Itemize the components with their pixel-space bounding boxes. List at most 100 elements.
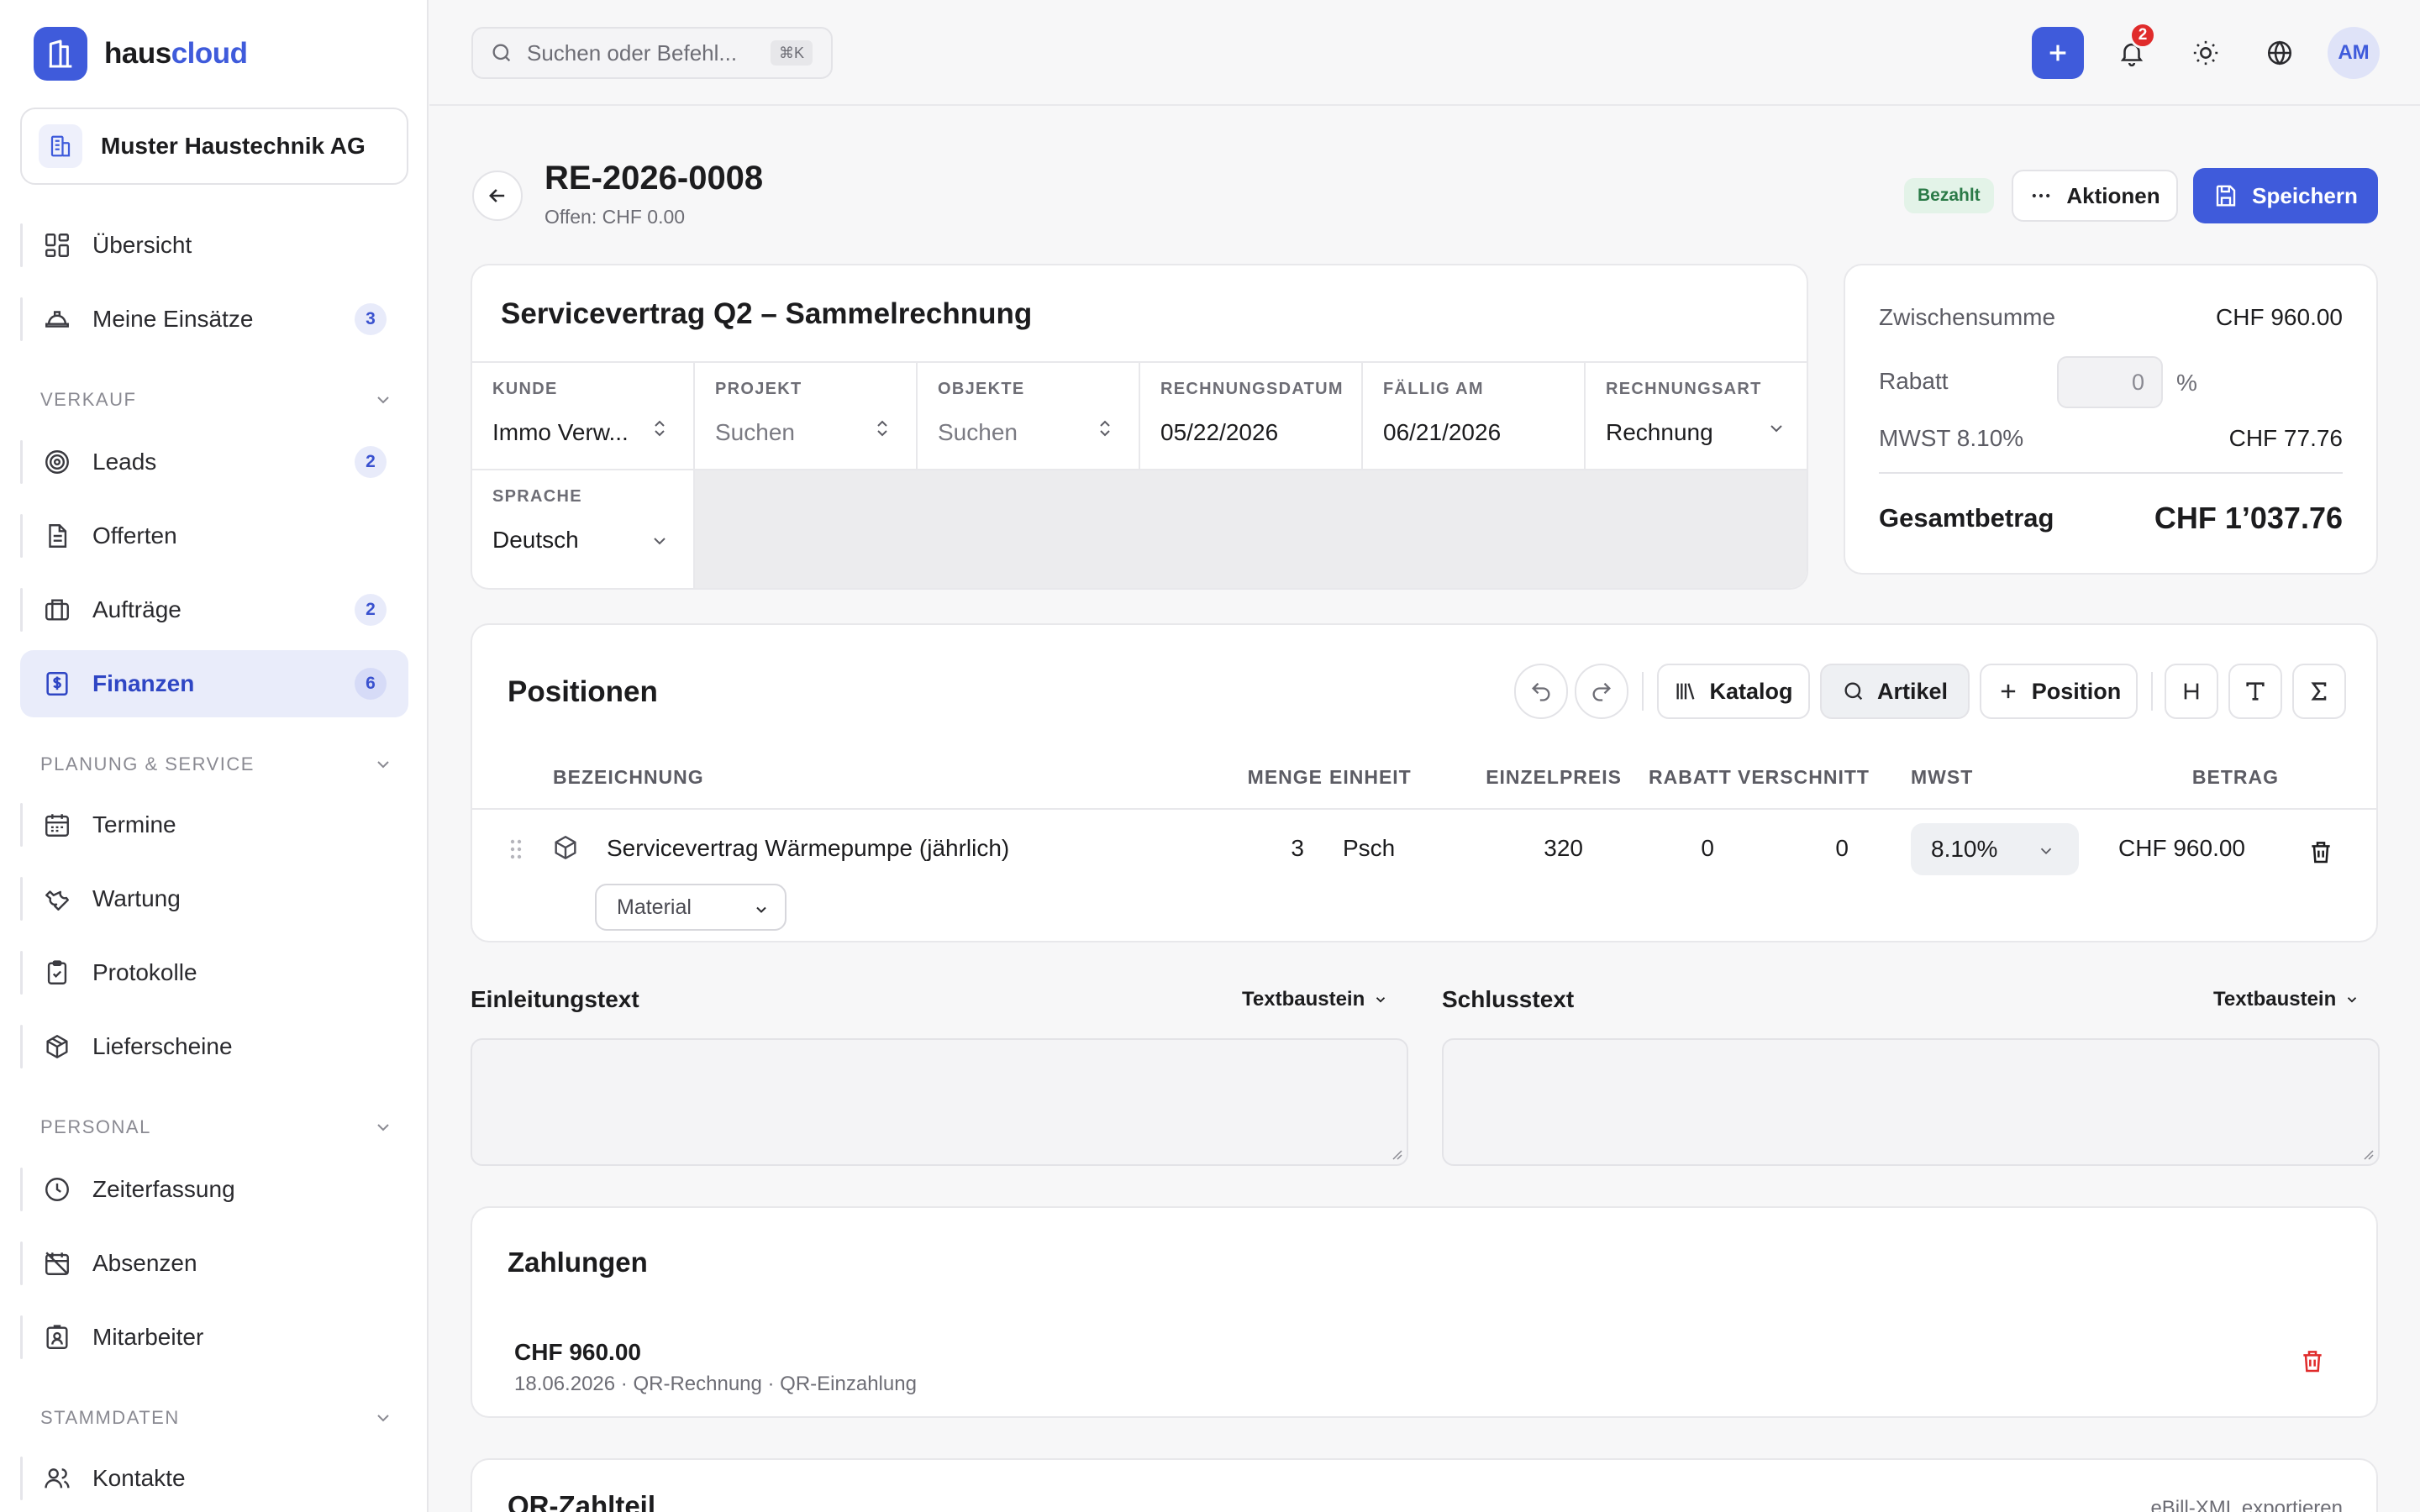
theme-toggle[interactable]	[2180, 27, 2232, 79]
field-due-date[interactable]: FÄLLIG AM 06/21/2026	[1363, 363, 1586, 470]
sun-icon	[2193, 40, 2218, 66]
sidebar-item-label: Leads	[92, 449, 157, 475]
create-button[interactable]	[2032, 27, 2084, 79]
save-label: Speichern	[2252, 182, 2358, 208]
text-icon	[2246, 682, 2265, 701]
katalog-label: Katalog	[1709, 678, 1793, 704]
plus-icon	[2049, 45, 2066, 61]
search-input[interactable]: Suchen oder Befehl... ⌘K	[471, 27, 833, 79]
sidebar-item-absenzen[interactable]: Absenzen	[20, 1230, 408, 1297]
avatar[interactable]: AM	[2328, 27, 2380, 79]
discount-unit: %	[2176, 370, 2197, 396]
katalog-button[interactable]: Katalog	[1657, 664, 1810, 719]
field-objects[interactable]: OBJEKTE Suchen	[918, 363, 1140, 470]
section-label: PLANUNG & SERVICE	[40, 753, 255, 774]
shortcut-hint: ⌘K	[770, 40, 813, 66]
sidebar-item-termine[interactable]: Termine	[20, 791, 408, 858]
sidebar-item-leads[interactable]: Leads 2	[20, 428, 408, 496]
position-name[interactable]: Servicevertrag Wärmepumpe (jährlich)	[607, 835, 1009, 862]
package-icon	[42, 1032, 72, 1062]
sidebar-item-label: Mitarbeiter	[92, 1324, 204, 1350]
field-label: FÄLLIG AM	[1383, 380, 1484, 398]
drag-handle-icon[interactable]	[506, 837, 526, 862]
sidebar-item-kontakte[interactable]: Kontakte	[20, 1445, 408, 1512]
field-project[interactable]: PROJEKT Suchen	[695, 363, 918, 470]
trash-icon[interactable]	[2299, 1347, 2326, 1374]
field-value: 05/22/2026	[1160, 419, 1279, 445]
section-label: VERKAUF	[40, 389, 137, 410]
position-discount[interactable]: 0	[1632, 835, 1714, 862]
intro-template-dropdown[interactable]: Textbaustein	[1242, 988, 1388, 1011]
subtotal-value: CHF 960.00	[2216, 304, 2343, 330]
resize-grip-icon[interactable]	[2361, 1147, 2375, 1161]
sidebar-item-wartung[interactable]: Wartung	[20, 865, 408, 932]
position-waste[interactable]: 0	[1733, 835, 1849, 862]
back-button[interactable]	[472, 171, 523, 221]
sidebar-item-auftraege[interactable]: Aufträge 2	[20, 576, 408, 643]
resize-grip-icon[interactable]	[1390, 1147, 1403, 1161]
sidebar-item-protokolle[interactable]: Protokolle	[20, 939, 408, 1006]
position-vat-select[interactable]: 8.10%	[1911, 823, 2079, 875]
clock-icon	[42, 1174, 72, 1205]
target-icon	[42, 447, 72, 477]
add-text-button[interactable]	[2228, 664, 2282, 719]
toolbar-separator	[2151, 672, 2153, 711]
totals-card: Zwischensumme CHF 960.00 Rabatt 0 % MWST…	[1844, 264, 2378, 575]
add-position-button[interactable]: Position	[1980, 664, 2138, 719]
save-button[interactable]: Speichern	[2193, 168, 2378, 223]
field-invoice-type[interactable]: RECHNUNGSART Rechnung	[1586, 363, 1807, 470]
sidebar-item-zeiterfassung[interactable]: Zeiterfassung	[20, 1156, 408, 1223]
closing-textarea[interactable]	[1442, 1038, 2380, 1166]
payment-amount: CHF 960.00	[514, 1339, 641, 1365]
sidebar-item-offerten[interactable]: Offerten	[20, 502, 408, 570]
total-value: CHF 1’037.76	[2154, 501, 2343, 535]
intro-textarea[interactable]	[471, 1038, 1408, 1166]
globe-icon	[2267, 40, 2292, 66]
section-stammdaten[interactable]: STAMMDATEN	[40, 1401, 393, 1435]
column-header-amount: BETRAG	[2191, 766, 2279, 788]
invoice-title[interactable]: Servicevertrag Q2 – Sammelrechnung	[501, 297, 1032, 331]
position-unit[interactable]: Psch	[1343, 835, 1395, 862]
sidebar-item-lieferscheine[interactable]: Lieferscheine	[20, 1013, 408, 1080]
discount-input[interactable]: 0	[2057, 356, 2163, 408]
closing-text-label: Schlusstext	[1442, 986, 1575, 1012]
field-language[interactable]: SPRACHE Deutsch	[472, 470, 695, 588]
column-header-name: BEZEICHNUNG	[553, 766, 704, 788]
position-price[interactable]: 320	[1447, 835, 1583, 862]
position-type-select[interactable]: Material	[595, 884, 786, 931]
sidebar-item-meine-einsaetze[interactable]: Meine Einsätze 3	[20, 286, 408, 353]
closing-template-dropdown[interactable]: Textbaustein	[2213, 988, 2360, 1011]
actions-button[interactable]: Aktionen	[2012, 170, 2178, 222]
sidebar-item-label: Protokolle	[92, 959, 197, 985]
section-verkauf[interactable]: VERKAUF	[40, 383, 393, 417]
positions-title: Positionen	[508, 675, 658, 708]
sidebar-item-label: Übersicht	[92, 232, 192, 258]
grid-icon	[42, 230, 72, 260]
trash-icon[interactable]	[2307, 838, 2334, 865]
sidebar-item-finanzen[interactable]: Finanzen 6	[20, 650, 408, 717]
add-subtotal-button[interactable]	[2292, 664, 2346, 719]
total-label: Gesamtbetrag	[1879, 503, 2054, 533]
company-switcher[interactable]: Muster Haustechnik AG	[20, 108, 408, 185]
sidebar-item-label: Finanzen	[92, 670, 195, 696]
brand[interactable]: hauscloud	[34, 27, 248, 81]
position-qty[interactable]: 3	[1228, 835, 1304, 862]
sidebar-item-uebersicht[interactable]: Übersicht	[20, 212, 408, 279]
notifications-button[interactable]: 2	[2106, 22, 2158, 79]
section-personal[interactable]: PERSONAL	[40, 1110, 393, 1144]
ebill-export-link[interactable]: eBill-XML exportieren	[2150, 1497, 2343, 1512]
artikel-button[interactable]: Artikel	[1820, 664, 1970, 719]
column-header-price: EINZELPREIS	[1486, 766, 1622, 788]
section-planung-service[interactable]: PLANUNG & SERVICE	[40, 748, 393, 781]
field-invoice-date[interactable]: RECHNUNGSDATUM 05/22/2026	[1140, 363, 1363, 470]
users-icon	[42, 1463, 72, 1494]
redo-button[interactable]	[1575, 664, 1628, 719]
field-customer[interactable]: KUNDE Immo Verw...	[472, 363, 695, 470]
add-heading-button[interactable]	[2165, 664, 2218, 719]
language-button[interactable]	[2254, 27, 2306, 79]
position-label: Position	[2031, 678, 2122, 704]
undo-button[interactable]	[1514, 664, 1568, 719]
empty-area	[695, 470, 1807, 588]
sidebar-item-mitarbeiter[interactable]: Mitarbeiter	[20, 1304, 408, 1371]
chevron-down-icon	[2348, 997, 2357, 1003]
